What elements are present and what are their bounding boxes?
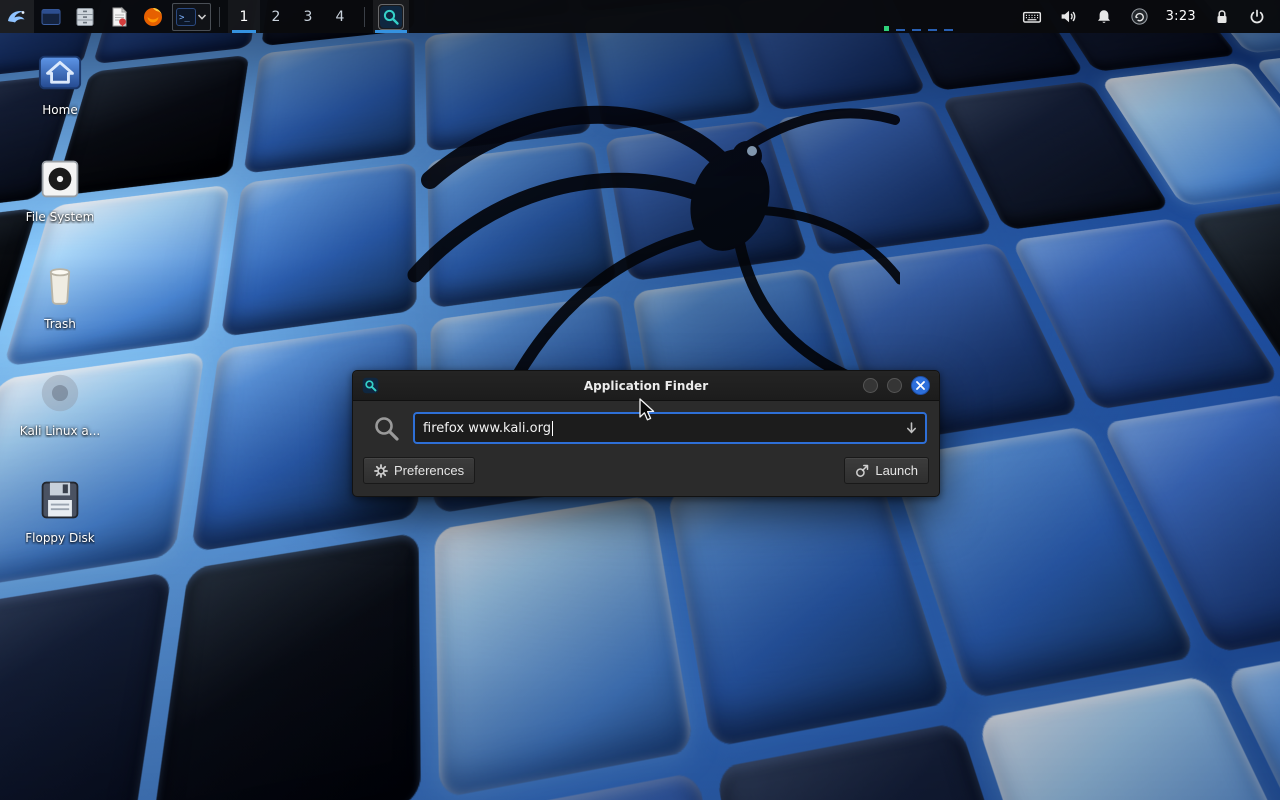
workspace-1[interactable]: 1 — [228, 0, 260, 33]
system-tray: 3:23 — [1022, 0, 1280, 33]
power-icon[interactable] — [1248, 8, 1266, 26]
monitor-tick — [912, 29, 921, 31]
launch-label: Launch — [875, 463, 918, 478]
volume-icon[interactable] — [1059, 7, 1078, 26]
home-icon — [36, 48, 84, 96]
workspace-3[interactable]: 3 — [292, 0, 324, 33]
window-body: firefox www.kali.org — [353, 401, 939, 496]
wallpaper-cube — [0, 572, 172, 800]
gear-icon — [374, 464, 388, 478]
desktop-icon-kali-linux[interactable]: Kali Linux a... — [12, 369, 108, 455]
launcher-firefox[interactable] — [136, 0, 170, 33]
window-titlebar[interactable]: Application Finder — [353, 371, 939, 401]
wallpaper-cube — [434, 496, 695, 800]
workspace-4[interactable]: 4 — [324, 0, 356, 33]
desktop-icon-label: Floppy Disk — [25, 531, 95, 545]
wallpaper-cube — [244, 37, 415, 174]
desktop-icon-label: File System — [26, 210, 95, 224]
lock-icon[interactable] — [1213, 8, 1231, 26]
terminal-icon: >_ — [175, 6, 197, 28]
launch-button[interactable]: Launch — [844, 457, 929, 484]
wallpaper-cube — [427, 141, 617, 309]
finder-search-input[interactable]: firefox www.kali.org — [413, 412, 927, 444]
maximize-button[interactable] — [887, 378, 902, 393]
trash-icon — [36, 262, 84, 310]
desktop-icon-file-system[interactable]: File System — [12, 155, 108, 241]
launcher-window[interactable] — [34, 0, 68, 33]
launcher-text-editor[interactable] — [102, 0, 136, 33]
desktop-icon-home[interactable]: Home — [12, 48, 108, 134]
updates-icon[interactable] — [1130, 7, 1149, 26]
text-editor-icon — [108, 6, 130, 28]
workspace-switcher: 1 2 3 4 — [228, 0, 356, 33]
floppy-disk-icon — [36, 476, 84, 524]
close-icon — [916, 381, 925, 390]
kali-logo-icon — [6, 6, 28, 28]
search-magnifier-icon — [371, 413, 401, 443]
desktop-icon-label: Home — [42, 103, 77, 117]
workspace-2[interactable]: 2 — [260, 0, 292, 33]
panel-separator-2 — [364, 7, 365, 27]
preferences-label: Preferences — [394, 463, 464, 478]
file-manager-icon — [74, 6, 96, 28]
taskbar-application-finder[interactable] — [373, 0, 409, 33]
monitor-tick — [896, 29, 905, 31]
monitor-tick — [944, 29, 953, 31]
wallpaper-cube — [221, 162, 416, 337]
desktop-icon-trash[interactable]: Trash — [12, 262, 108, 348]
clock[interactable]: 3:23 — [1166, 9, 1196, 24]
wallpaper-cube — [425, 20, 592, 152]
preferences-button[interactable]: Preferences — [363, 457, 475, 484]
window-controls — [863, 376, 930, 395]
monitor-indicator-dot — [884, 26, 889, 31]
desktop-icon-label: Trash — [44, 317, 76, 331]
panel-monitor — [884, 26, 953, 31]
wallpaper-cube — [605, 120, 809, 281]
svg-text:>_: >_ — [179, 13, 190, 23]
kali-linux-faded-icon — [36, 369, 84, 417]
dropdown-arrow-icon[interactable] — [905, 421, 918, 435]
window-title: Application Finder — [353, 379, 939, 393]
desktop-icon-floppy-disk[interactable]: Floppy Disk — [12, 476, 108, 562]
launch-icon — [855, 464, 869, 478]
panel-separator — [219, 7, 220, 27]
chevron-down-icon — [197, 12, 207, 22]
close-button[interactable] — [911, 376, 930, 395]
kali-menu-button[interactable] — [0, 0, 34, 33]
desktop-icon-list: Home File System Trash Kali Linu — [12, 48, 108, 562]
monitor-tick — [928, 29, 937, 31]
file-system-icon — [36, 155, 84, 203]
desktop-icon-label: Kali Linux a... — [20, 424, 100, 438]
top-panel: >_ 1 2 3 4 — [0, 0, 1280, 33]
search-input-value: firefox www.kali.org — [423, 421, 551, 436]
window-search-icon — [362, 377, 379, 394]
wallpaper-cube — [149, 533, 420, 800]
minimize-button[interactable] — [863, 378, 878, 393]
search-icon — [378, 4, 404, 30]
window-icon — [40, 6, 62, 28]
keyboard-layout-icon[interactable] — [1022, 7, 1042, 27]
notifications-bell-icon[interactable] — [1095, 8, 1113, 26]
text-caret — [552, 421, 553, 436]
launcher-terminal[interactable]: >_ — [172, 3, 211, 31]
firefox-icon — [142, 6, 164, 28]
launcher-file-manager[interactable] — [68, 0, 102, 33]
application-finder-window: Application Finder firefox www.kali.org — [352, 370, 940, 497]
